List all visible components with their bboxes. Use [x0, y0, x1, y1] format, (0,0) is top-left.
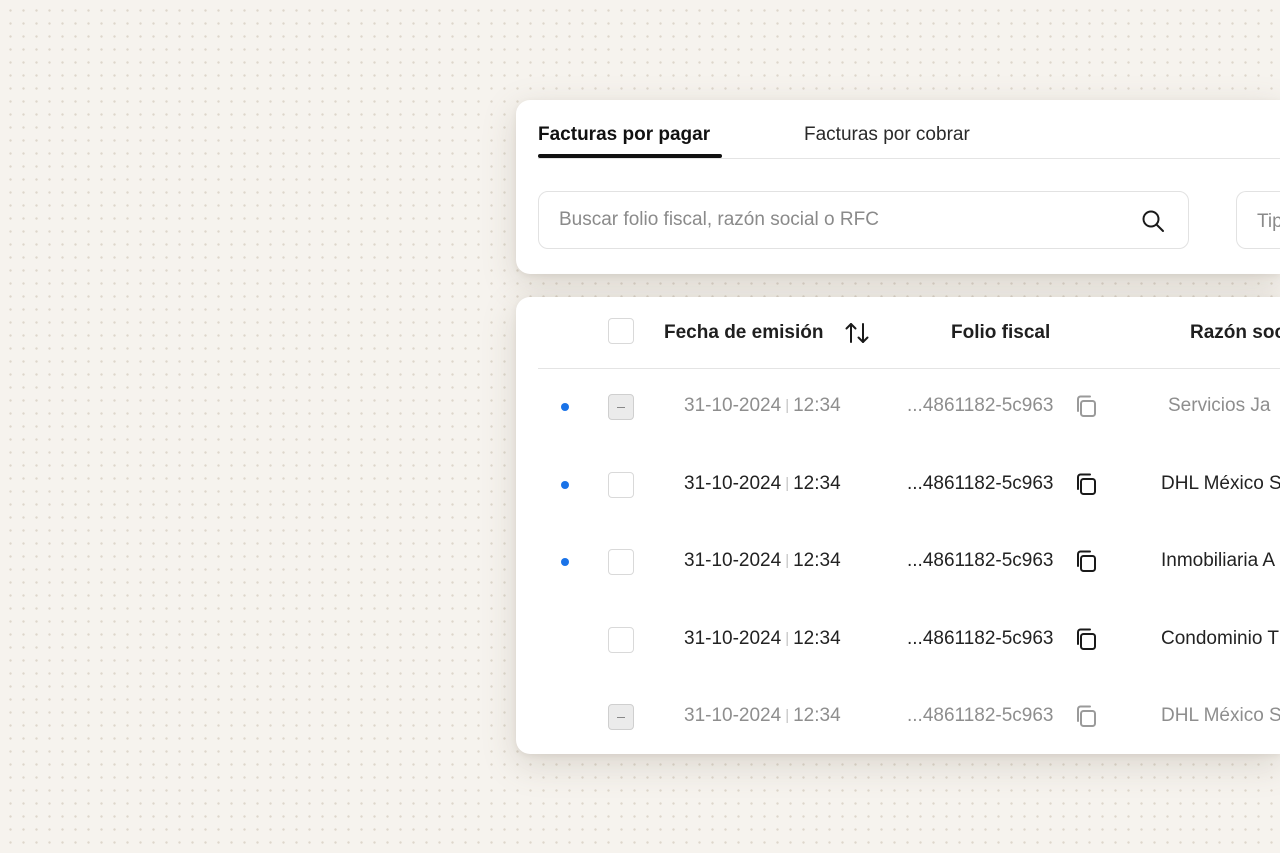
folio-cell: ...4861182-5c963: [907, 472, 1054, 494]
active-tab-indicator: [538, 154, 722, 158]
date-value: 31-10-2024: [684, 472, 782, 494]
search-field: [538, 191, 1189, 249]
date-time-separator: |: [785, 552, 790, 569]
row-checkbox[interactable]: [608, 471, 634, 498]
company-cell: DHL México S: [1161, 705, 1280, 726]
table-row[interactable]: 31-10-2024 | 12:34 ...4861182-5c963 DHL Méxi…: [516, 455, 1280, 515]
date-value: 31-10-2024: [684, 395, 782, 416]
folio-cell: ...4861182-5c963: [907, 395, 1054, 416]
unread-indicator: [561, 403, 569, 411]
date-value: 31-10-2024: [684, 705, 782, 726]
date-time-separator: |: [785, 629, 790, 647]
filter-card: Facturas por pagar Facturas por cobrar T…: [516, 100, 1280, 274]
date-cell: 31-10-2024 | 12:34: [684, 395, 841, 417]
type-filter-select[interactable]: Tip: [1236, 191, 1280, 249]
search-icon[interactable]: [1140, 208, 1166, 234]
table-row[interactable]: 31-10-2024 | 12:34 ...4861182-5c963 Inmobili…: [516, 532, 1280, 592]
sort-icon[interactable]: [844, 321, 870, 345]
type-filter-placeholder: Tip: [1257, 211, 1280, 232]
copy-icon[interactable]: [1073, 393, 1099, 419]
row-checkbox[interactable]: [608, 549, 634, 575]
date-cell: 31-10-2024 | 12:34: [684, 705, 841, 727]
copy-icon[interactable]: [1073, 626, 1099, 652]
table-header: Fecha de emisión Folio fiscal Razón soc: [538, 297, 1280, 369]
table-row[interactable]: 31-10-2024 | 12:34 ...4861182-5c963 Condomin…: [516, 610, 1280, 670]
tab-facturas-por-cobrar[interactable]: Facturas por cobrar: [804, 124, 970, 146]
folio-cell: ...4861182-5c963: [907, 627, 1054, 649]
company-cell: DHL México S: [1161, 472, 1280, 494]
time-value: 12:34: [793, 550, 841, 571]
date-time-separator: |: [785, 707, 790, 724]
copy-icon[interactable]: [1073, 703, 1099, 729]
folio-cell: ...4861182-5c963: [907, 550, 1054, 571]
date-time-separator: |: [785, 397, 790, 414]
table-row[interactable]: 31-10-2024 | 12:34 ...4861182-5c963 Servicio…: [516, 377, 1280, 437]
date-cell: 31-10-2024 | 12:34: [684, 550, 841, 572]
copy-icon[interactable]: [1073, 548, 1099, 574]
date-time-separator: |: [785, 474, 790, 492]
search-input[interactable]: [559, 192, 1119, 248]
time-value: 12:34: [793, 472, 841, 494]
time-value: 12:34: [793, 627, 841, 649]
folio-cell: ...4861182-5c963: [907, 705, 1054, 726]
company-cell: Condominio T: [1161, 627, 1279, 649]
table-row[interactable]: 31-10-2024 | 12:34 ...4861182-5c963 DHL Méxi…: [516, 687, 1280, 747]
date-value: 31-10-2024: [684, 627, 782, 649]
invoices-table: Fecha de emisión Folio fiscal Razón soc …: [516, 297, 1280, 754]
row-checkbox[interactable]: [608, 626, 634, 653]
time-value: 12:34: [793, 705, 841, 726]
column-header-folio[interactable]: Folio fiscal: [951, 322, 1050, 344]
row-checkbox[interactable]: [608, 394, 634, 420]
company-cell: Servicios Ja: [1168, 395, 1271, 416]
company-cell: Inmobiliaria A: [1161, 550, 1276, 571]
row-checkbox[interactable]: [608, 704, 634, 730]
date-cell: 31-10-2024 | 12:34: [684, 628, 841, 650]
unread-indicator: [561, 480, 569, 489]
column-header-date[interactable]: Fecha de emisión: [664, 322, 823, 344]
copy-icon[interactable]: [1073, 471, 1099, 497]
tab-facturas-por-pagar[interactable]: Facturas por pagar: [538, 124, 710, 146]
tab-bar: Facturas por pagar Facturas por cobrar: [538, 100, 1280, 159]
column-header-company[interactable]: Razón soc: [1190, 322, 1280, 344]
unread-indicator: [561, 558, 569, 566]
time-value: 12:34: [793, 395, 841, 416]
date-cell: 31-10-2024 | 12:34: [684, 473, 841, 495]
date-value: 31-10-2024: [684, 550, 782, 571]
select-all-checkbox[interactable]: [608, 318, 634, 344]
